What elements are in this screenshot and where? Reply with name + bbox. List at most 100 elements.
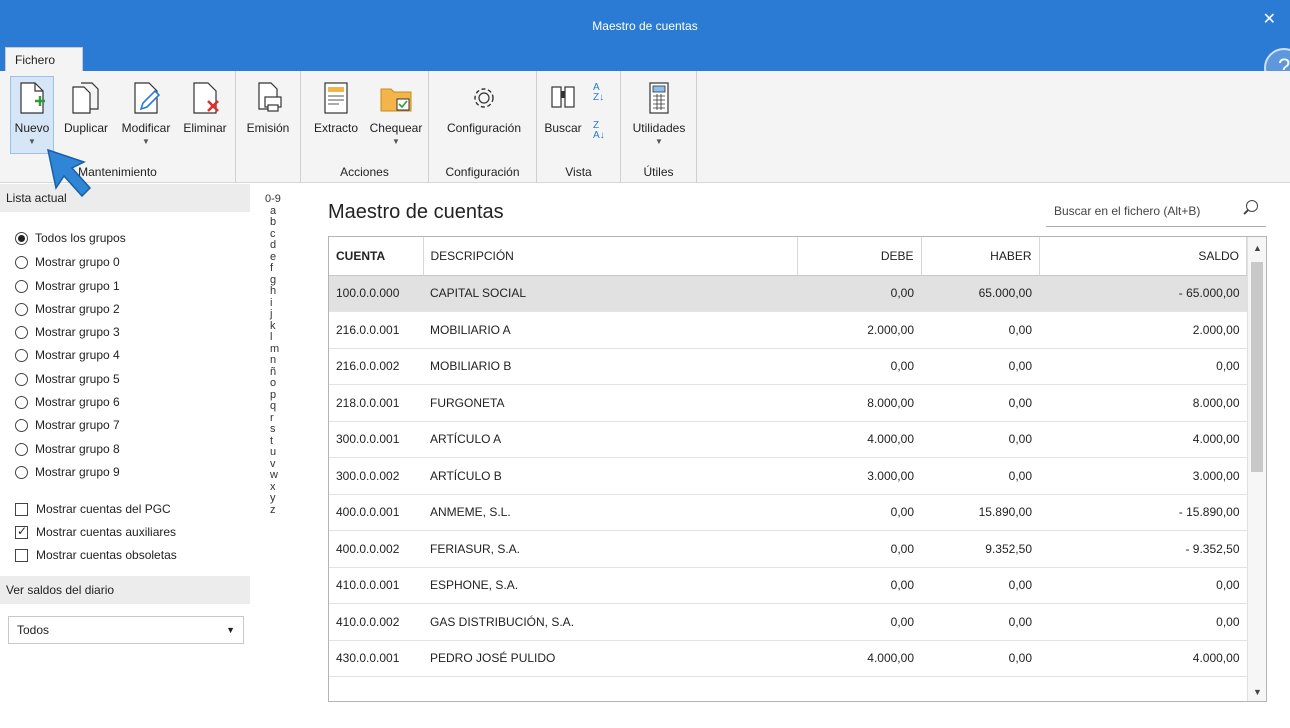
saldos-select[interactable]: Todos ▼ — [8, 616, 244, 644]
alpha-letter[interactable]: z — [258, 504, 292, 517]
alpha-letter[interactable]: 0-9 — [258, 193, 292, 206]
alpha-letter[interactable]: h — [258, 285, 292, 298]
table-row[interactable]: 216.0.0.001 MOBILIARIO A 2.000,00 0,00 2.000… — [329, 311, 1247, 349]
cell-haber: 9.352,50 — [921, 530, 1039, 568]
table-row[interactable]: 410.0.0.001 ESPHONE, S.A. 0,00 0,00 0,00 — [329, 567, 1247, 604]
radio-grupo-7[interactable]: Mostrar grupo 7 — [15, 418, 120, 432]
search-icon[interactable] — [1246, 200, 1258, 212]
alpha-letter[interactable]: s — [258, 423, 292, 436]
extracto-button[interactable]: Extracto — [311, 79, 361, 135]
col-header-haber[interactable]: HABER — [921, 237, 1040, 276]
alpha-letter[interactable]: u — [258, 446, 292, 459]
alpha-letter[interactable]: l — [258, 331, 292, 344]
check-cuentas-obsoletas[interactable]: Mostrar cuentas obsoletas — [15, 548, 177, 562]
alpha-letter[interactable]: n — [258, 354, 292, 367]
col-header-descripcion[interactable]: DESCRIPCIÓN — [423, 237, 798, 276]
radio-icon — [15, 302, 28, 316]
chevron-up-icon[interactable]: ▲ — [1253, 243, 1262, 253]
table-header-row: CUENTA DESCRIPCIÓN DEBE HABER SALDO — [329, 237, 1247, 276]
chevron-down-icon: ▼ — [392, 137, 400, 146]
alpha-letter[interactable]: w — [258, 469, 292, 482]
duplicate-icon — [72, 82, 99, 114]
radio-grupo-6[interactable]: Mostrar grupo 6 — [15, 395, 120, 409]
scrollbar-thumb[interactable] — [1251, 262, 1263, 472]
buscar-button[interactable]: Buscar — [543, 79, 583, 135]
nuevo-button[interactable]: Nuevo ▼ — [12, 79, 52, 146]
accounts-table: CUENTA DESCRIPCIÓN DEBE HABER SALDO 100.… — [328, 236, 1267, 702]
col-header-saldo[interactable]: SALDO — [1039, 237, 1247, 276]
cell-haber: 0,00 — [921, 567, 1039, 604]
cell-debe: 0,00 — [797, 494, 921, 531]
alpha-letter[interactable]: y — [258, 492, 292, 505]
sort-az-icon[interactable]: A Z↓ — [593, 83, 604, 103]
col-header-cuenta[interactable]: CUENTA — [329, 237, 424, 276]
radio-grupo-2[interactable]: Mostrar grupo 2 — [15, 302, 120, 316]
vertical-scrollbar[interactable]: ▲ ▼ — [1247, 237, 1266, 701]
table-row[interactable]: 218.0.0.001 FURGONETA 8.000,00 0,00 8.000,00 — [329, 384, 1247, 422]
configuracion-button[interactable]: Configuración — [439, 79, 529, 135]
table-row[interactable]: 430.0.0.001 PEDRO JOSÉ PULIDO 4.000,00 0,00… — [329, 640, 1247, 677]
eliminar-button[interactable]: Eliminar — [178, 79, 232, 135]
cell-haber: 0,00 — [921, 603, 1039, 641]
check-folder-icon — [380, 88, 412, 112]
radio-todos-los-grupos[interactable]: Todos los grupos — [15, 231, 126, 245]
table-row[interactable]: 216.0.0.002 MOBILIARIO B 0,00 0,00 0,00 — [329, 348, 1247, 385]
print-document-icon — [258, 82, 282, 112]
table-row[interactable]: 100.0.0.000 CAPITAL SOCIAL 0,00 65.000,00- … — [329, 275, 1247, 312]
alpha-letter[interactable]: q — [258, 400, 292, 413]
group-configuracion: Configuración Configuración — [429, 71, 537, 183]
alpha-letter[interactable]: d — [258, 239, 292, 252]
cell-cuenta: 218.0.0.001 — [329, 384, 423, 422]
sort-za-icon[interactable]: Z A↓ — [593, 121, 605, 141]
ribbon-tab-bar: Fichero ? — [0, 40, 1290, 88]
radio-label: Mostrar grupo 6 — [35, 395, 120, 409]
table-row[interactable]: 300.0.0.002 ARTÍCULO B 3.000,00 0,00 3.000,0… — [329, 457, 1247, 495]
check-cuentas-pgc[interactable]: Mostrar cuentas del PGC — [15, 502, 171, 516]
duplicar-button[interactable]: Duplicar — [58, 79, 114, 135]
col-header-debe[interactable]: DEBE — [797, 237, 922, 276]
cell-haber: 0,00 — [921, 421, 1039, 458]
table-row[interactable]: 400.0.0.001 ANMEME, S.L. 0,00 15.890,00- 15… — [329, 494, 1247, 531]
close-icon[interactable]: ✕ — [1263, 12, 1276, 28]
group-acciones: Extracto Chequear ▼ Acciones — [301, 71, 429, 183]
lista-actual-header: Lista actual — [0, 184, 250, 212]
chequear-button[interactable]: Chequear ▼ — [367, 79, 425, 146]
tab-fichero[interactable]: Fichero — [5, 47, 83, 71]
cell-cuenta: 410.0.0.001 — [329, 567, 423, 604]
utilidades-button[interactable]: Utilidades ▼ — [627, 79, 691, 146]
cell-saldo: 4.000,00 — [1039, 640, 1247, 677]
radio-label: Mostrar grupo 3 — [35, 325, 120, 339]
radio-grupo-4[interactable]: Mostrar grupo 4 — [15, 348, 120, 362]
cell-debe: 4.000,00 — [797, 421, 921, 458]
radio-grupo-9[interactable]: Mostrar grupo 9 — [15, 465, 120, 479]
search-input[interactable]: Buscar en el fichero (Alt+B) — [1046, 197, 1266, 227]
check-cuentas-auxiliares[interactable]: Mostrar cuentas auxiliares — [15, 524, 176, 539]
alpha-letter[interactable]: o — [258, 377, 292, 390]
table-row[interactable]: 300.0.0.001 ARTÍCULO A 4.000,00 0,00 4.000,0… — [329, 421, 1247, 458]
group-label-configuracion: Configuración — [445, 165, 520, 179]
cell-descripcion: PEDRO JOSÉ PULIDO — [423, 640, 797, 677]
cell-haber: 0,00 — [921, 311, 1039, 349]
radio-grupo-1[interactable]: Mostrar grupo 1 — [15, 279, 120, 293]
extracto-label: Extracto — [313, 121, 358, 135]
emision-button[interactable]: Emisión — [242, 79, 294, 135]
cell-descripcion: MOBILIARIO A — [423, 311, 797, 349]
alpha-letter[interactable]: k — [258, 320, 292, 333]
radio-grupo-3[interactable]: Mostrar grupo 3 — [15, 325, 120, 339]
table-row[interactable]: 400.0.0.002 FERIASUR, S.A. 0,00 9.352,50- 9… — [329, 530, 1247, 568]
search-placeholder: Buscar en el fichero (Alt+B) — [1054, 204, 1201, 218]
alpha-letter[interactable]: b — [258, 216, 292, 229]
cell-descripcion: FERIASUR, S.A. — [423, 530, 797, 568]
alpha-letter[interactable]: e — [258, 251, 292, 264]
radio-grupo-0[interactable]: Mostrar grupo 0 — [15, 255, 120, 269]
alpha-letter[interactable]: i — [258, 297, 292, 310]
alpha-letter[interactable]: f — [258, 262, 292, 275]
radio-grupo-5[interactable]: Mostrar grupo 5 — [15, 372, 120, 386]
chevron-down-icon[interactable]: ▼ — [1253, 687, 1262, 697]
table-row[interactable]: 410.0.0.002 GAS DISTRIBUCIÓN, S.A. 0,00 0,0… — [329, 603, 1247, 641]
alpha-letter[interactable]: j — [258, 308, 292, 321]
page-title: Maestro de cuentas — [328, 201, 504, 223]
modificar-button[interactable]: Modificar ▼ — [116, 79, 176, 146]
radio-grupo-8[interactable]: Mostrar grupo 8 — [15, 442, 120, 456]
delete-document-icon — [193, 82, 219, 114]
